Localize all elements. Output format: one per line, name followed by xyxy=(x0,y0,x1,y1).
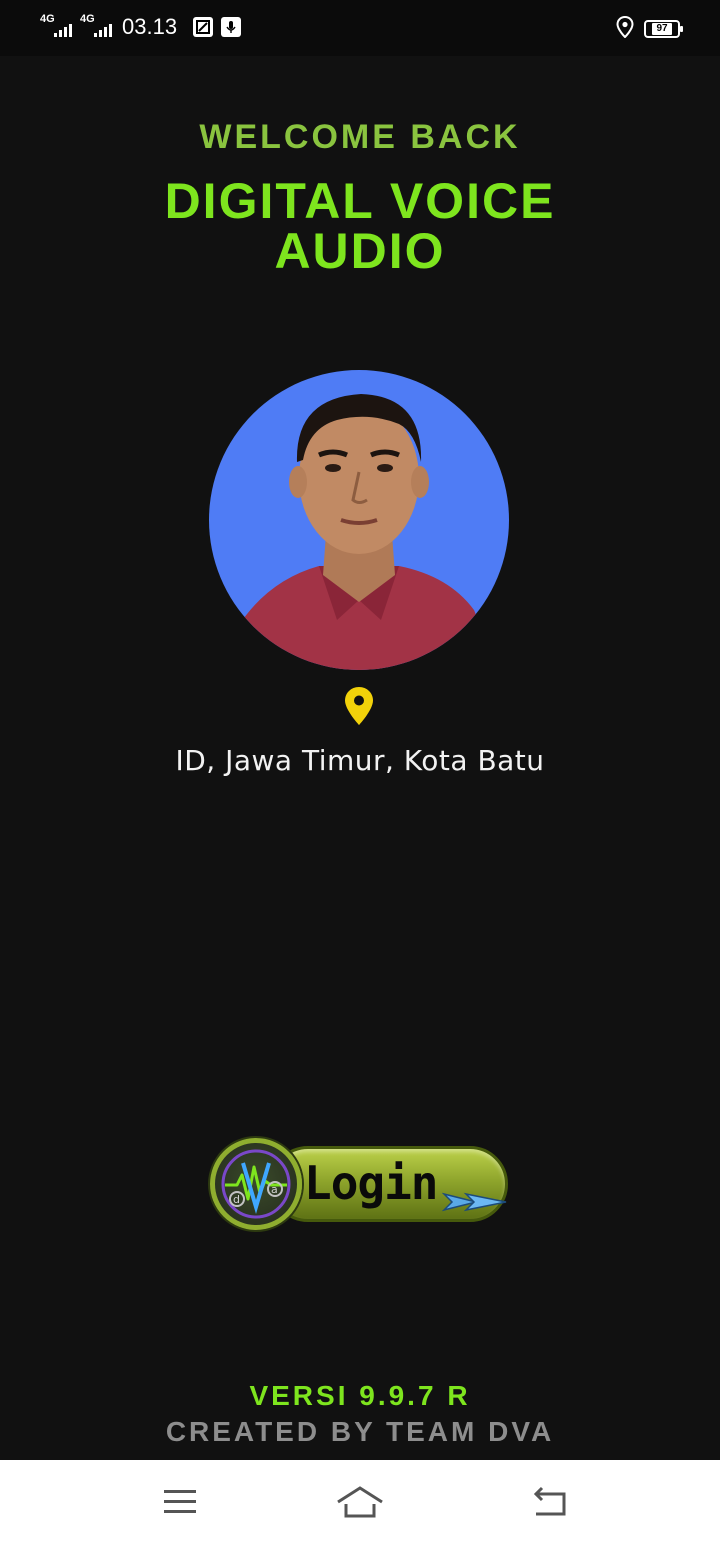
welcome-heading: WELCOME BACK xyxy=(199,118,521,156)
app-title-line2: AUDIO xyxy=(274,223,446,279)
menu-icon[interactable] xyxy=(156,1480,204,1524)
system-nav-bar xyxy=(0,1460,720,1544)
back-icon[interactable] xyxy=(526,1480,574,1524)
signal-icon: 4G xyxy=(80,13,112,39)
clock: 03.13 xyxy=(122,14,178,39)
profile-avatar xyxy=(209,370,509,670)
status-left: 4G 4G 03.13 xyxy=(40,13,242,40)
location-status-icon xyxy=(616,15,634,42)
location-text: ID, Jawa Timur, Kota Batu xyxy=(175,744,545,777)
version-text: VERSI 9.9.7 R xyxy=(249,1380,471,1411)
network-type-label: 4G xyxy=(80,13,95,25)
microphone-icon xyxy=(221,17,242,37)
screenshot-icon xyxy=(193,17,214,37)
signal-icon: 4G xyxy=(40,13,72,39)
map-pin-icon xyxy=(345,687,373,725)
app-title: DIGITAL VOICE AUDIO xyxy=(0,176,720,276)
battery-level: 97 xyxy=(652,23,672,35)
status-bar: 4G 4G 03.13 97 xyxy=(0,0,720,56)
login-button[interactable]: d a Login xyxy=(210,1138,510,1230)
network-type-label: 4G xyxy=(40,13,55,25)
battery-icon: 97 xyxy=(644,20,683,38)
double-arrow-icon xyxy=(442,1192,507,1212)
svg-text:a: a xyxy=(271,1183,278,1196)
login-label: Login xyxy=(304,1156,438,1210)
app-title-line1: DIGITAL VOICE xyxy=(164,173,556,229)
svg-text:d: d xyxy=(233,1193,240,1206)
status-right: 97 xyxy=(616,15,683,42)
credit-text: CREATED BY TEAM DVA xyxy=(165,1416,555,1447)
dva-logo-icon: d a xyxy=(210,1138,302,1230)
home-icon[interactable] xyxy=(336,1480,384,1524)
